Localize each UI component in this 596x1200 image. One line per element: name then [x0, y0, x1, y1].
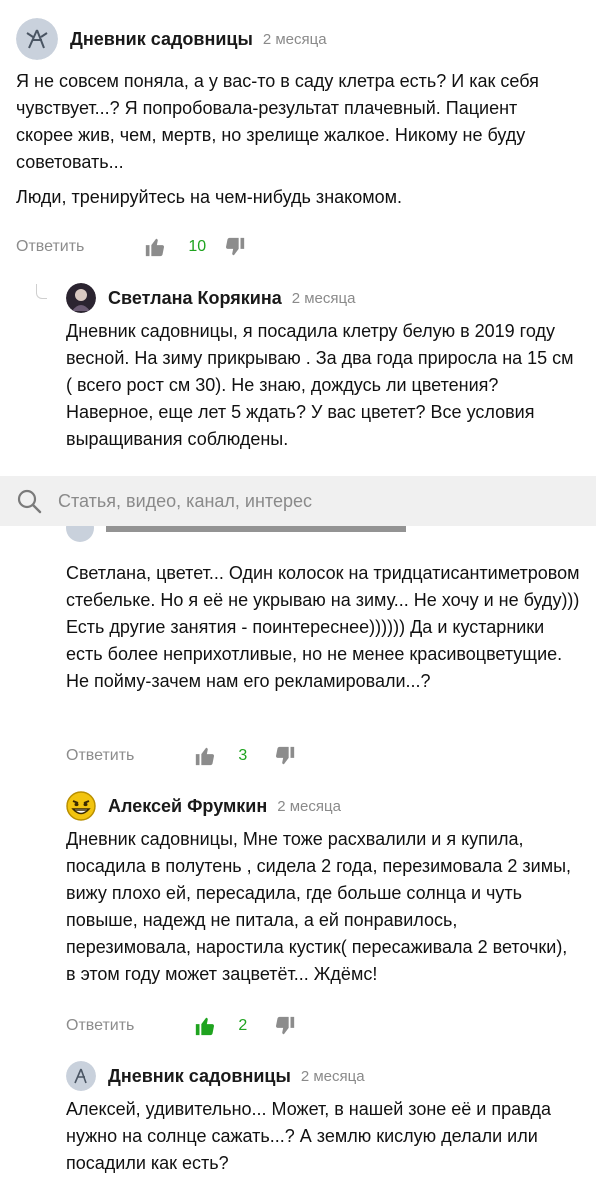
timestamp: 2 месяца [262, 30, 327, 48]
comment-2-header: Светлана Корякина 2 месяца [66, 283, 355, 313]
avatar[interactable] [66, 1061, 96, 1091]
avatar[interactable] [66, 283, 96, 313]
likes-count: 10 [188, 238, 207, 255]
reply-button[interactable]: Ответить [66, 747, 134, 765]
comment-3-actions: Ответить 3 [66, 741, 296, 771]
comment-4-text: Дневник садовницы, Мне тоже расхвалили и… [66, 826, 581, 996]
likes-count: 2 [238, 1017, 248, 1034]
search-bar [0, 476, 596, 526]
author-name[interactable]: Алексей Фрумкин [108, 796, 267, 817]
author-name[interactable]: Дневник садовницы [70, 29, 253, 50]
comment-4-actions: Ответить 2 [66, 1011, 296, 1041]
author-name[interactable]: Светлана Корякина [108, 288, 282, 309]
reply-button[interactable]: Ответить [66, 1017, 134, 1035]
timestamp: 2 месяца [277, 797, 341, 815]
thumbs-down-icon[interactable] [224, 236, 246, 258]
comment-1-header: Дневник садовницы 2 месяца [16, 18, 327, 60]
hidden-header-fragment [66, 526, 416, 548]
smiley-avatar-icon[interactable] [66, 791, 96, 821]
comment-paragraph: Дневник садовницы, я посадила клетру бел… [66, 321, 574, 449]
timestamp: 2 месяца [291, 289, 356, 307]
comment-paragraph: Дневник садовницы, Мне тоже расхвалили и… [66, 829, 572, 984]
comment-5-text: Алексей, удивительно... Может, в нашей з… [66, 1096, 581, 1185]
thumbs-down-icon[interactable] [274, 745, 296, 767]
comment-4-header: Алексей Фрумкин 2 месяца [66, 791, 341, 821]
thumbs-up-icon[interactable] [194, 745, 216, 767]
thumbs-up-icon[interactable] [144, 236, 166, 258]
timestamp: 2 месяца [300, 1067, 365, 1085]
thumbs-down-icon[interactable] [274, 1015, 296, 1037]
comment-paragraph: Люди, тренируйтесь на чем-нибудь знакомо… [16, 187, 402, 207]
comment-1-actions: Ответить 10 [16, 232, 246, 262]
comment-paragraph: Я не совсем поняла, а у вас-то в саду кл… [16, 71, 539, 172]
comment-1-text: Я не совсем поняла, а у вас-то в саду кл… [16, 68, 576, 219]
thumbs-up-icon[interactable] [194, 1015, 216, 1037]
reply-button[interactable]: Ответить [16, 238, 84, 256]
comment-paragraph: Светлана, цветет... Один колосок на трид… [66, 563, 580, 691]
comment-2-text: Дневник садовницы, я посадила клетру бел… [66, 318, 581, 461]
avatar[interactable] [16, 18, 58, 60]
comment-paragraph: Алексей, удивительно... Может, в нашей з… [66, 1099, 551, 1173]
search-input[interactable] [56, 489, 580, 513]
search-icon[interactable] [16, 488, 42, 514]
comment-3-text: Светлана, цветет... Один колосок на трид… [66, 560, 581, 703]
likes-count: 3 [238, 747, 248, 764]
comment-5-header: Дневник садовницы 2 месяца [66, 1061, 365, 1091]
author-name[interactable]: Дневник садовницы [108, 1066, 291, 1087]
thread-line [36, 284, 47, 299]
